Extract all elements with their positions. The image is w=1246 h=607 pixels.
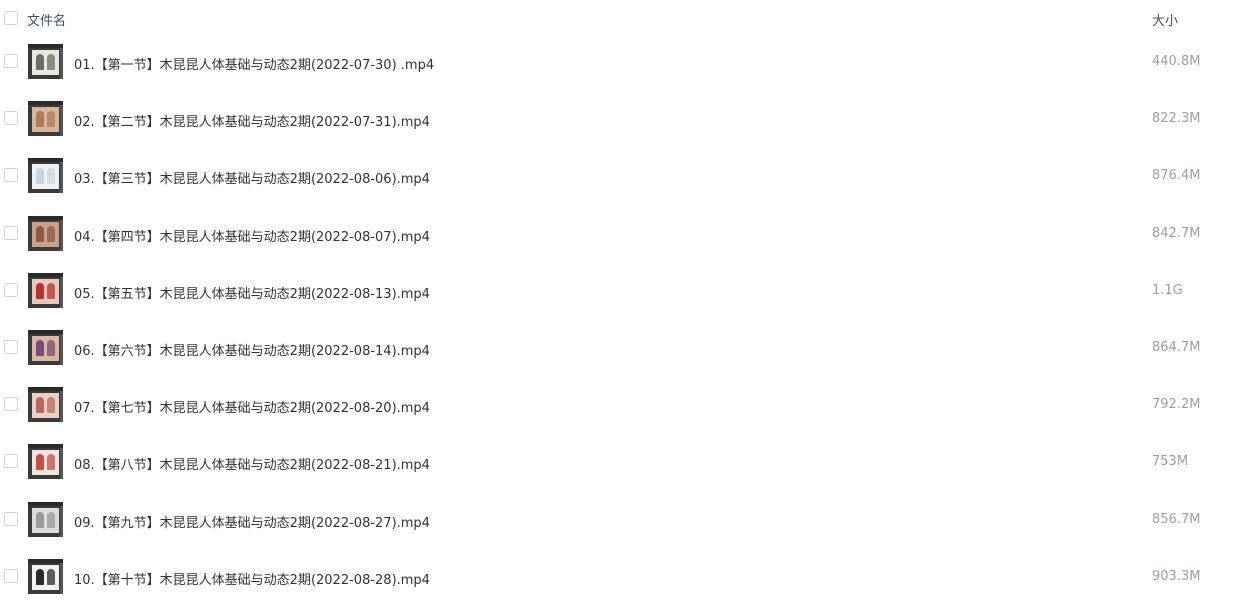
video-thumbnail[interactable] [28,101,63,137]
file-checkbox[interactable] [4,225,18,240]
video-thumbnail[interactable] [28,272,63,308]
file-name[interactable]: 01.【第一节】木昆昆人体基础与动态2期(2022-07-30) .mp4 [74,54,434,73]
file-name[interactable]: 06.【第六节】木昆昆人体基础与动态2期(2022-08-14).mp4 [74,340,430,359]
video-thumbnail[interactable] [28,558,63,594]
file-name[interactable]: 09.【第九节】木昆昆人体基础与动态2期(2022-08-27).mp4 [74,512,430,531]
video-thumbnail[interactable] [28,444,63,480]
file-name[interactable]: 04.【第四节】木昆昆人体基础与动态2期(2022-08-07).mp4 [74,226,430,245]
file-row[interactable]: 04.【第四节】木昆昆人体基础与动态2期(2022-08-07).mp4 842.… [0,207,1246,264]
file-size: 864.7M [1152,340,1201,355]
file-checkbox[interactable] [4,511,18,526]
file-size: 440.8M [1152,54,1201,69]
file-name[interactable]: 03.【第三节】木昆昆人体基础与动态2期(2022-08-06).mp4 [74,168,430,187]
file-size: 792.2M [1152,397,1201,413]
select-all-checkbox[interactable] [4,11,18,25]
video-thumbnail[interactable] [28,501,63,537]
file-row[interactable]: 03.【第三节】木昆昆人体基础与动态2期(2022-08-06).mp4 876.… [0,149,1246,206]
file-checkbox[interactable] [4,397,18,412]
file-name[interactable]: 05.【第五节】木昆昆人体基础与动态2期(2022-08-13).mp4 [74,283,430,302]
file-size: 753M [1152,454,1189,470]
file-name[interactable]: 10.【第十节】木昆昆人体基础与动态2期(2022-08-28).mp4 [74,569,430,588]
file-row[interactable]: 01.【第一节】木昆昆人体基础与动态2期(2022-07-30) .mp4 440… [0,35,1246,92]
file-list-header: 文件名 大小 [0,0,1246,38]
file-row[interactable]: 08.【第八节】木昆昆人体基础与动态2期(2022-08-21).mp4 753M [0,435,1246,492]
file-size: 842.7M [1152,225,1201,241]
file-name[interactable]: 07.【第七节】木昆昆人体基础与动态2期(2022-08-20).mp4 [74,397,430,416]
file-name[interactable]: 08.【第八节】木昆昆人体基础与动态2期(2022-08-21).mp4 [74,454,430,473]
video-thumbnail[interactable] [28,387,63,423]
column-header-size[interactable]: 大小 [1152,10,1178,29]
file-checkbox[interactable] [4,568,18,583]
video-thumbnail[interactable] [28,215,63,251]
file-size: 856.7M [1152,511,1201,527]
file-size: 903.3M [1152,568,1201,584]
column-header-name[interactable]: 文件名 [27,10,66,29]
file-size: 822.3M [1152,111,1201,127]
file-size: 876.4M [1152,168,1201,184]
file-checkbox[interactable] [4,111,18,126]
file-name[interactable]: 02.【第二节】木昆昆人体基础与动态2期(2022-07-31).mp4 [74,111,430,130]
video-thumbnail[interactable] [28,330,63,365]
video-thumbnail[interactable] [28,158,63,194]
file-size: 1.1G [1152,282,1183,298]
file-checkbox[interactable] [4,340,18,354]
file-checkbox[interactable] [4,54,18,68]
file-row[interactable]: 09.【第九节】木昆昆人体基础与动态2期(2022-08-27).mp4 856.… [0,493,1246,550]
file-row[interactable]: 06.【第六节】木昆昆人体基础与动态2期(2022-08-14).mp4 864.… [0,321,1246,378]
file-row[interactable]: 10.【第十节】木昆昆人体基础与动态2期(2022-08-28).mp4 903.… [0,550,1246,607]
file-checkbox[interactable] [4,454,18,469]
video-thumbnail[interactable] [28,44,63,79]
file-checkbox[interactable] [4,168,18,183]
file-row[interactable]: 05.【第五节】木昆昆人体基础与动态2期(2022-08-13).mp4 1.1G [0,264,1246,321]
file-row[interactable]: 07.【第七节】木昆昆人体基础与动态2期(2022-08-20).mp4 792.… [0,378,1246,435]
file-row[interactable]: 02.【第二节】木昆昆人体基础与动态2期(2022-07-31).mp4 822.… [0,92,1246,149]
file-checkbox[interactable] [4,282,18,297]
